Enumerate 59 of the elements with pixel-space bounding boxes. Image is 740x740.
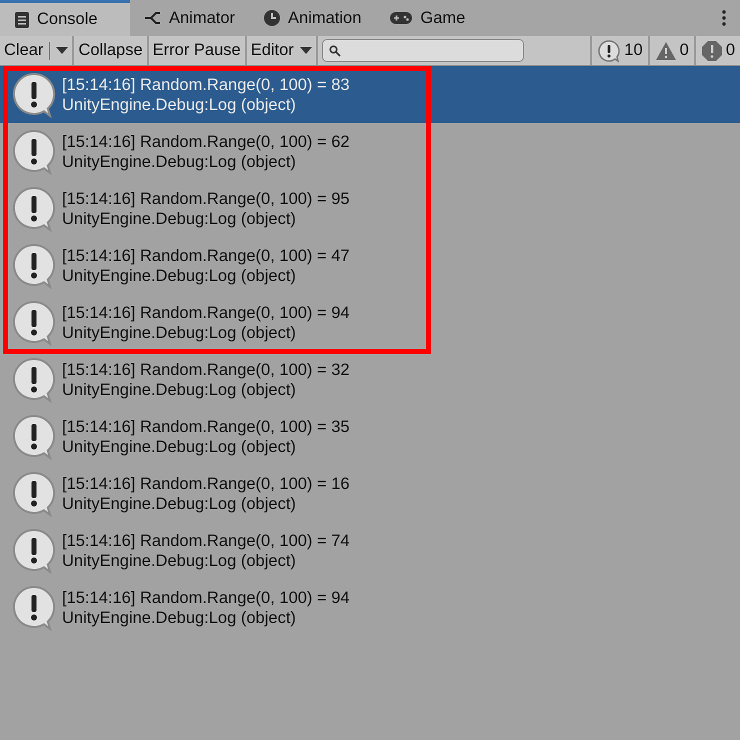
log-source: UnityEngine.Debug:Log (object) <box>62 436 297 456</box>
log-entry[interactable]: [15:14:16] Random.Range(0, 100) = 35 UnityEngine.Debug:Log (object) <box>0 408 740 465</box>
info-bubble-icon <box>12 186 56 232</box>
log-source: UnityEngine.Debug:Log (object) <box>62 322 297 342</box>
tab[interactable]: Animation <box>249 0 376 36</box>
log-source: UnityEngine.Debug:Log (object) <box>62 494 297 514</box>
log-entry[interactable]: [15:14:16] Random.Range(0, 100) = 47 UnityEngine.Debug:Log (object) <box>0 237 740 294</box>
log-source: UnityEngine.Debug:Log (object) <box>62 208 297 228</box>
tab[interactable]: Console <box>0 0 130 36</box>
log-message: [15:14:16] Random.Range(0, 100) = 32 <box>62 360 350 380</box>
log-entry[interactable]: [15:14:16] Random.Range(0, 100) = 94 UnityEngine.Debug:Log (object) <box>0 579 740 636</box>
caret-icon <box>300 46 312 54</box>
log-source: UnityEngine.Debug:Log (object) <box>62 152 297 172</box>
info-bubble-icon <box>597 38 622 62</box>
log-message: [15:14:16] Random.Range(0, 100) = 74 <box>62 530 350 550</box>
log-entry[interactable]: [15:14:16] Random.Range(0, 100) = 83 UnityEngine.Debug:Log (object) <box>0 66 740 123</box>
log-entry[interactable]: [15:14:16] Random.Range(0, 100) = 95 UnityEngine.Debug:Log (object) <box>0 180 740 237</box>
log-entry[interactable]: [15:14:16] Random.Range(0, 100) = 32 UnityEngine.Debug:Log (object) <box>0 351 740 408</box>
branch-icon <box>144 10 162 26</box>
clear-button[interactable]: Clear <box>0 36 74 65</box>
info-bubble-icon <box>12 356 56 402</box>
search-field[interactable] <box>322 39 524 62</box>
log-source: UnityEngine.Debug:Log (object) <box>62 380 297 400</box>
info-bubble-icon <box>12 414 56 460</box>
tab[interactable]: Game <box>375 0 480 36</box>
info-bubble-icon <box>12 242 56 288</box>
gamepad-icon <box>389 11 414 25</box>
log-entry[interactable]: [15:14:16] Random.Range(0, 100) = 74 UnityEngine.Debug:Log (object) <box>0 522 740 579</box>
log-message: [15:14:16] Random.Range(0, 100) = 35 <box>62 416 350 436</box>
toolbar-button[interactable]: Error Pause <box>148 36 247 65</box>
toolbar-button[interactable]: Collapse <box>74 36 149 65</box>
info-bubble-icon <box>12 470 56 516</box>
log-entry[interactable]: [15:14:16] Random.Range(0, 100) = 62 UnityEngine.Debug:Log (object) <box>0 123 740 180</box>
search-icon <box>328 44 341 56</box>
log-message: [15:14:16] Random.Range(0, 100) = 62 <box>62 132 350 152</box>
info-bubble-icon <box>12 128 56 174</box>
warning-icon <box>654 40 677 60</box>
log-message: [15:14:16] Random.Range(0, 100) = 94 <box>62 302 350 322</box>
log-source: UnityEngine.Debug:Log (object) <box>62 266 297 286</box>
clock-icon <box>263 9 282 27</box>
info-bubble-icon <box>12 300 56 346</box>
log-message: [15:14:16] Random.Range(0, 100) = 94 <box>62 588 350 608</box>
info-bubble-icon <box>12 528 56 574</box>
log-entry[interactable]: [15:14:16] Random.Range(0, 100) = 94 UnityEngine.Debug:Log (object) <box>0 294 740 351</box>
log-message: [15:14:16] Random.Range(0, 100) = 95 <box>62 188 350 208</box>
log-source: UnityEngine.Debug:Log (object) <box>62 94 297 114</box>
console-icon <box>14 10 30 28</box>
log-message: [15:14:16] Random.Range(0, 100) = 16 <box>62 474 350 494</box>
tab[interactable]: Animator <box>130 0 250 36</box>
error-icon <box>700 40 723 62</box>
caret-icon <box>56 46 68 54</box>
info-bubble-icon <box>12 584 56 630</box>
info-bubble-icon <box>12 72 56 118</box>
log-entry[interactable]: [15:14:16] Random.Range(0, 100) = 16 UnityEngine.Debug:Log (object) <box>0 465 740 522</box>
log-source: UnityEngine.Debug:Log (object) <box>62 550 297 570</box>
dropdown-button[interactable]: Editor <box>246 36 318 65</box>
log-source: UnityEngine.Debug:Log (object) <box>62 608 297 628</box>
log-message: [15:14:16] Random.Range(0, 100) = 47 <box>62 246 350 266</box>
log-message: [15:14:16] Random.Range(0, 100) = 83 <box>62 74 350 94</box>
